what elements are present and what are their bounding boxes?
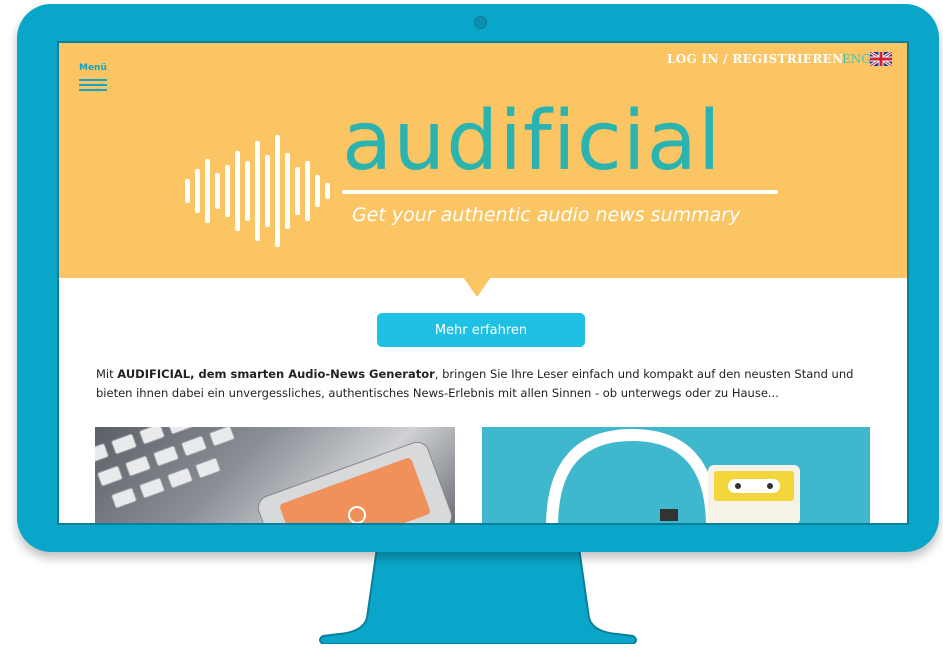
intro-paragraph: Mit AUDIFICIAL, dem smarten Audio-News G… (96, 365, 876, 403)
menu-label[interactable]: Menü (79, 63, 107, 73)
intro-prefix: Mit (96, 367, 118, 381)
uk-flag-icon[interactable] (870, 52, 892, 66)
soundwave-icon (185, 135, 330, 247)
header-pointer (463, 277, 491, 297)
logo-underline (342, 190, 778, 194)
language-link[interactable]: ENG (842, 52, 871, 66)
monitor-stand (319, 548, 637, 644)
brand-logo: audificial (342, 94, 722, 189)
menu-icon[interactable] (79, 79, 107, 91)
camera-dot (474, 16, 487, 29)
login-link[interactable]: LOG IN / REGISTRIEREN (667, 52, 843, 66)
hero-header: Menü LOG IN / REGISTRIEREN ENG audificia… (59, 43, 907, 278)
intro-bold: AUDIFICIAL, dem smarten Audio-News Gener… (117, 367, 435, 381)
learn-more-button[interactable]: Mehr erfahren (377, 313, 585, 347)
website-screen: Menü LOG IN / REGISTRIEREN ENG audificia… (57, 41, 909, 525)
brand-tagline: Get your authentic audio news summary (352, 204, 741, 226)
headphones-cassette-image (482, 427, 870, 523)
keyboard-phone-image (95, 427, 455, 523)
